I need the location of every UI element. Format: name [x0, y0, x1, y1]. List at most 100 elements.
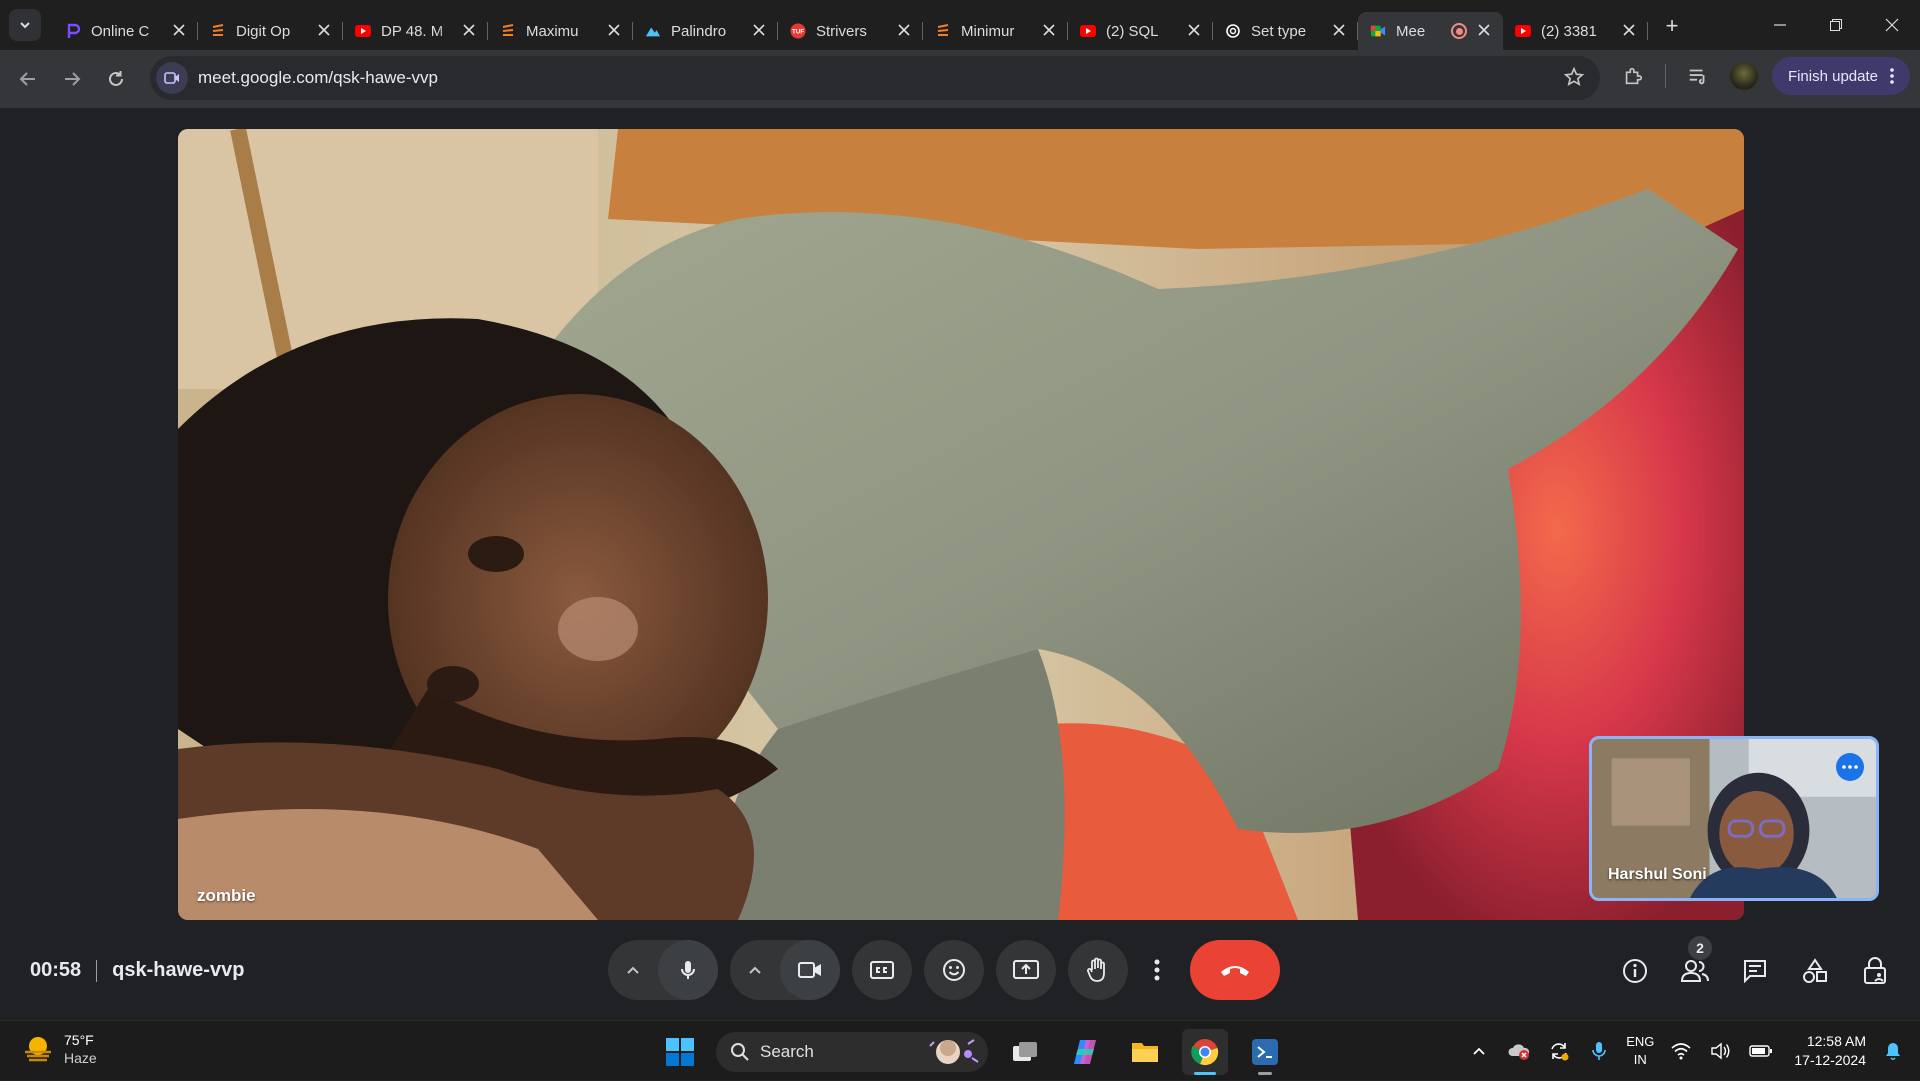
browser-tab[interactable]: Maximu — [488, 12, 633, 50]
show-hidden-icons-button[interactable] — [1466, 1038, 1492, 1064]
self-tile-options-button[interactable] — [1836, 753, 1864, 781]
video-settings-button[interactable] — [730, 940, 780, 1000]
close-tab-icon[interactable] — [1040, 22, 1058, 40]
new-tab-button[interactable]: + — [1658, 12, 1686, 40]
wifi-icon — [1671, 1043, 1691, 1060]
close-tab-icon[interactable] — [1475, 22, 1493, 40]
active-app-indicator — [1194, 1072, 1216, 1075]
microphone-in-use[interactable] — [1586, 1038, 1612, 1064]
browser-tab[interactable]: Palindro — [633, 12, 778, 50]
camera-button[interactable] — [780, 940, 840, 1000]
finish-update-button[interactable]: Finish update — [1771, 57, 1910, 95]
copilot-icon — [1074, 1040, 1096, 1064]
browser-tab[interactable]: Minimur — [923, 12, 1068, 50]
browser-tab[interactable]: Set type — [1213, 12, 1358, 50]
tab-title: Set type — [1251, 22, 1307, 40]
media-control-button[interactable] — [1680, 58, 1716, 94]
file-explorer-app[interactable] — [1122, 1029, 1168, 1075]
close-tab-icon[interactable] — [1620, 22, 1638, 40]
chevron-down-icon — [20, 22, 30, 29]
more-options-button[interactable] — [1140, 940, 1174, 1000]
close-tab-icon[interactable] — [170, 22, 188, 40]
meet-stage: zombie Harshul Soni — [0, 108, 1920, 1020]
close-tab-icon[interactable] — [315, 22, 333, 40]
tab-title: (2) SQL — [1106, 22, 1159, 40]
browser-tab[interactable]: (2) SQL — [1068, 12, 1213, 50]
browser-tab[interactable]: DP 48. M — [343, 12, 488, 50]
taskbar-search[interactable]: Search — [716, 1032, 988, 1072]
browser-tab[interactable]: Digit Op — [198, 12, 343, 50]
address-bar[interactable]: meet.google.com/qsk-hawe-vvp — [150, 56, 1600, 100]
activities-button[interactable] — [1796, 950, 1834, 992]
battery-status[interactable] — [1748, 1038, 1774, 1064]
bookmark-star-button[interactable] — [1562, 66, 1586, 90]
captions-button[interactable] — [852, 940, 912, 1000]
sync-status[interactable] — [1546, 1038, 1572, 1064]
close-tab-icon[interactable] — [750, 22, 768, 40]
vscode-app[interactable] — [1242, 1029, 1288, 1075]
chrome-app[interactable] — [1182, 1029, 1228, 1075]
star-icon — [1563, 66, 1585, 87]
close-tab-icon[interactable] — [605, 22, 623, 40]
close-window-button[interactable] — [1864, 0, 1920, 50]
svg-text:TUF: TUF — [792, 29, 804, 36]
microphone-button[interactable] — [658, 940, 718, 1000]
leave-call-button[interactable] — [1190, 940, 1280, 1000]
call-controls — [608, 940, 1280, 1000]
weather-condition: Haze — [64, 1050, 97, 1066]
browser-tab[interactable]: (2) 3381 — [1503, 12, 1648, 50]
tab-title: Maximu — [526, 22, 579, 40]
people-button[interactable]: 2 — [1676, 936, 1714, 992]
p-logo-icon — [65, 23, 81, 39]
copilot-app[interactable] — [1062, 1029, 1108, 1075]
folder-icon — [1132, 1043, 1158, 1062]
browser-tab[interactable]: Online C — [53, 12, 198, 50]
raise-hand-button[interactable] — [1068, 940, 1128, 1000]
wifi-status[interactable] — [1668, 1038, 1694, 1064]
extensions-button[interactable] — [1615, 58, 1651, 94]
notifications-button[interactable] — [1880, 1038, 1906, 1064]
mountain-icon — [645, 23, 661, 39]
language-code: ENG — [1626, 1034, 1655, 1049]
browser-tab[interactable]: TUF Strivers — [778, 12, 923, 50]
hang-up-icon — [1221, 966, 1249, 976]
tab-search-button[interactable] — [9, 9, 41, 41]
start-button[interactable] — [658, 1030, 702, 1074]
microphone-icon — [1592, 1042, 1607, 1060]
close-tab-icon[interactable] — [1330, 22, 1348, 40]
chat-button[interactable] — [1736, 950, 1774, 992]
lock-person-icon — [1864, 957, 1886, 984]
more-horizontal-icon — [1842, 765, 1858, 769]
site-info-button[interactable] — [156, 62, 188, 94]
reload-button[interactable] — [98, 61, 134, 97]
forward-button[interactable] — [54, 61, 90, 97]
task-view-button[interactable] — [1002, 1029, 1048, 1075]
close-tab-icon[interactable] — [1185, 22, 1203, 40]
close-tab-icon[interactable] — [895, 22, 913, 40]
main-participant-tile[interactable]: zombie — [178, 129, 1744, 920]
restore-button[interactable] — [1808, 0, 1864, 50]
close-tab-icon[interactable] — [460, 22, 478, 40]
openai-icon — [1225, 23, 1241, 39]
present-screen-button[interactable] — [996, 940, 1056, 1000]
input-language-indicator[interactable]: ENG IN — [1626, 1033, 1654, 1069]
reactions-button[interactable] — [924, 940, 984, 1000]
browser-tab[interactable]: Mee — [1358, 12, 1503, 50]
self-view-tile[interactable]: Harshul Soni — [1589, 736, 1879, 901]
profile-avatar[interactable] — [1729, 62, 1758, 90]
onedrive-status[interactable] — [1506, 1038, 1532, 1064]
meeting-details-button[interactable] — [1616, 950, 1654, 992]
stackexchange-icon — [500, 23, 516, 39]
window-controls — [1752, 0, 1920, 50]
taskbar-clock[interactable]: 12:58 AM 17-12-2024 — [1794, 1032, 1866, 1070]
volume-status[interactable] — [1708, 1038, 1734, 1064]
back-button[interactable] — [10, 61, 46, 97]
audio-settings-button[interactable] — [608, 940, 658, 1000]
puzzle-icon — [1625, 67, 1642, 85]
audio-control-group — [608, 940, 718, 1000]
weather-widget[interactable]: 75°F Haze — [22, 1031, 97, 1067]
haze-sun-icon — [25, 1037, 51, 1062]
host-controls-button[interactable] — [1856, 950, 1894, 992]
clock-date: 17-12-2024 — [1794, 1052, 1866, 1068]
minimize-button[interactable] — [1752, 0, 1808, 50]
